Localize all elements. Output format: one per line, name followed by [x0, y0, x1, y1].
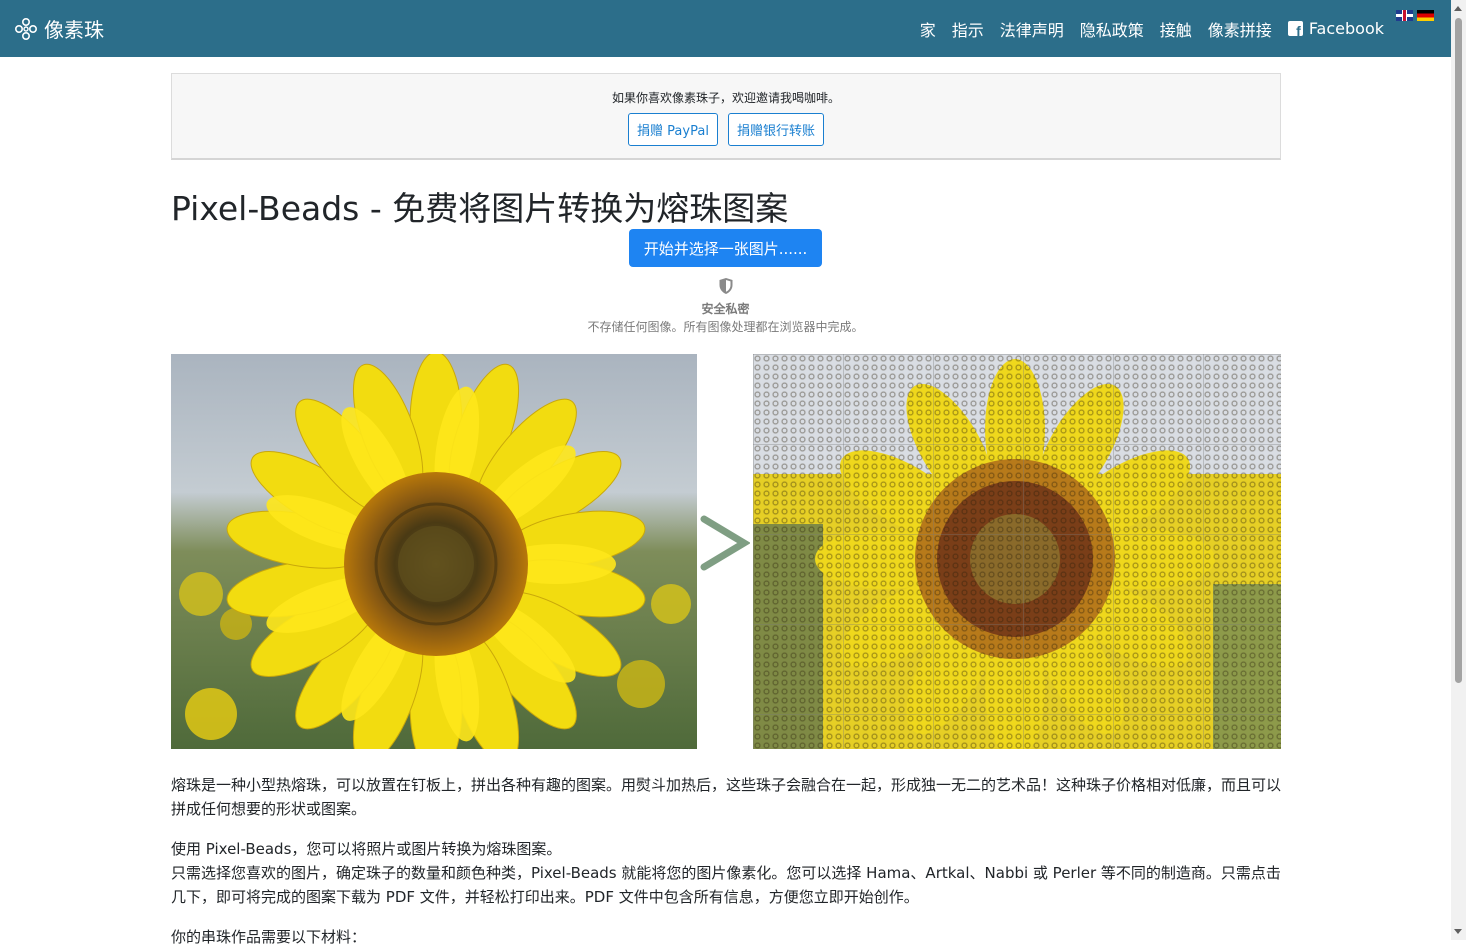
nav-facebook[interactable]: f Facebook [1287, 19, 1384, 39]
nav-instructions[interactable]: 指示 [952, 17, 984, 41]
brand-link[interactable]: 像素珠 [14, 14, 104, 43]
scroll-thumb[interactable] [1455, 18, 1462, 683]
materials-heading: 你的串珠作品需要以下材料： [171, 928, 367, 946]
facebook-icon: f [1287, 21, 1303, 39]
intro-paragraph: 熔珠是一种小型热熔珠，可以放置在钉板上，拼出各种有趣的图案。用熨斗加热后，这些珠… [171, 776, 1282, 818]
scroll-down-icon[interactable] [1454, 929, 1462, 934]
nav-privacy[interactable]: 隐私政策 [1080, 17, 1144, 41]
page-title: Pixel-Beads - 免费将图片转换为熔珠图案 [171, 189, 789, 228]
nav-contact[interactable]: 接触 [1160, 17, 1192, 41]
scroll-up-icon[interactable] [1454, 6, 1462, 11]
usage-paragraph-line1: 使用 Pixel-Beads，您可以将照片或图片转换为熔珠图案。 [171, 840, 562, 858]
start-select-image-button[interactable]: 开始并选择一张图片...... [629, 229, 822, 267]
scrollbar[interactable] [1451, 0, 1466, 940]
donate-paypal-button[interactable]: 捐赠 PayPal [628, 113, 718, 146]
nav-pixel-mosaic[interactable]: 像素拼接 [1208, 17, 1272, 41]
secure-description: 不存储任何图像。所有图像处理都在浏览器中完成。 [587, 320, 864, 334]
brand-name: 像素珠 [44, 18, 104, 42]
secure-title: 安全私密 [701, 302, 750, 316]
language-flags [1392, 10, 1434, 21]
navbar: 像素珠 家 指示 法律声明 隐私政策 接触 像素拼接 f Facebook [0, 0, 1451, 57]
german-flag-icon[interactable] [1417, 10, 1434, 21]
secure-notice: 安全私密 不存储任何图像。所有图像处理都在浏览器中完成。 [0, 277, 1451, 335]
nav-links: 家 指示 法律声明 隐私政策 接触 像素拼接 f Facebook [904, 0, 1384, 57]
arrow-right-icon [700, 515, 750, 571]
nav-home[interactable]: 家 [920, 17, 936, 41]
bead-pattern-preview [753, 354, 1281, 749]
shield-icon [719, 278, 732, 294]
donation-buttons: 捐赠 PayPal 捐赠银行转账 [172, 113, 1280, 146]
beads-logo-icon [14, 17, 38, 40]
pegboard-lines [753, 354, 1281, 749]
donate-bank-button[interactable]: 捐赠银行转账 [727, 113, 824, 146]
english-flag-icon[interactable] [1396, 10, 1413, 21]
usage-paragraph-line2: 只需选择您喜欢的图片，确定珠子的数量和颜色种类，Pixel-Beads 就能将您… [171, 864, 1281, 906]
sunflower-photo [171, 354, 697, 749]
donation-box: 如果你喜欢像素珠子，欢迎邀请我喝咖啡。 捐赠 PayPal 捐赠银行转账 [171, 73, 1281, 160]
facebook-label: Facebook [1308, 19, 1384, 38]
nav-legal[interactable]: 法律声明 [1000, 17, 1064, 41]
donation-text: 如果你喜欢像素珠子，欢迎邀请我喝咖啡。 [611, 91, 840, 105]
